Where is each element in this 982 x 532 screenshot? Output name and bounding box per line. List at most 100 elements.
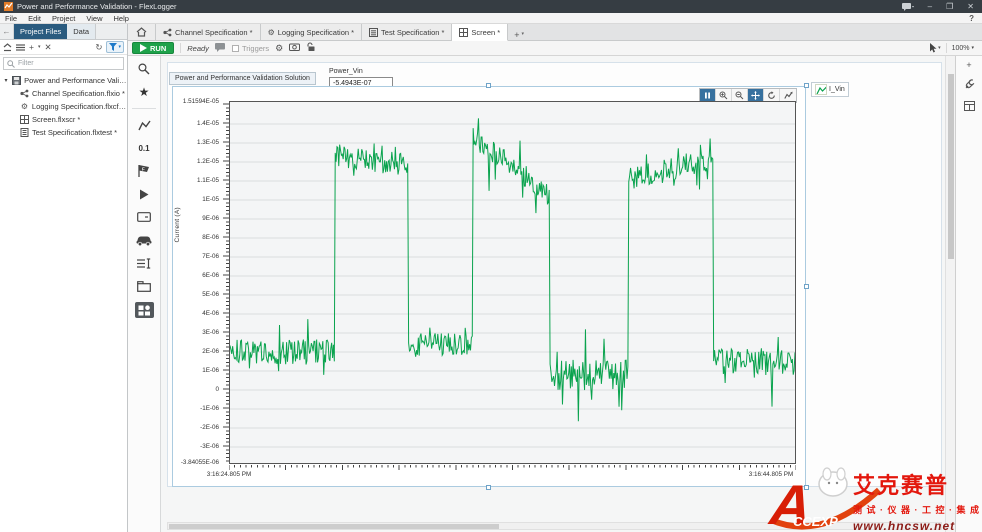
palette-widgets-icon-selected[interactable] <box>135 302 154 318</box>
comment-bubble-icon[interactable] <box>215 43 226 54</box>
right-tool-strip: + <box>955 56 982 532</box>
screen-doc-icon <box>459 28 468 37</box>
tree-item-label: Power and Performance Validatio... <box>24 76 127 85</box>
selection-handle-top-right[interactable] <box>804 83 809 88</box>
tree-item-label: Logging Specification.flxcfg * <box>32 102 127 111</box>
y-tick-label: -2E-06 <box>200 424 219 431</box>
back-arrow-button[interactable]: ← <box>0 24 14 39</box>
graph-legend[interactable]: I_Vin <box>811 82 849 97</box>
palette-play-icon[interactable] <box>134 187 154 201</box>
palette-search-icon[interactable] <box>134 62 154 76</box>
home-icon <box>136 27 147 37</box>
tab-project-files[interactable]: Project Files <box>14 24 67 39</box>
close-button[interactable]: ✕ <box>967 2 974 11</box>
selection-handle-bottom-right[interactable] <box>804 485 809 490</box>
collapse-all-icon[interactable] <box>3 43 12 52</box>
y-tick-label: 5E-06 <box>202 291 219 298</box>
tree-item-project-root[interactable]: ▾ Power and Performance Validatio... <box>0 74 127 87</box>
palette-numeric-icon[interactable]: 0.1 <box>134 141 154 155</box>
plot-area[interactable] <box>229 101 796 464</box>
run-label: RUN <box>150 44 166 53</box>
palette-button-icon[interactable] <box>134 210 154 224</box>
screenshot-icon[interactable] <box>289 43 300 53</box>
tab-home[interactable] <box>128 24 156 40</box>
y-tick-label: 0 <box>215 386 219 393</box>
y-tick-label: -3E-06 <box>200 443 219 450</box>
x-axis-end-label: 3:16:44.805 PM <box>739 471 803 478</box>
remove-item-button[interactable]: ✕ <box>44 42 51 52</box>
zoom-level-dropdown[interactable]: 100% ▾ <box>952 45 974 52</box>
tree-item-channel-spec[interactable]: Channel Specification.flxio * <box>0 87 127 100</box>
tab-channel-specification[interactable]: Channel Specification * <box>156 24 261 40</box>
y-tick-label: 6E-06 <box>202 272 219 279</box>
expand-caret-icon[interactable]: ▾ <box>3 77 9 84</box>
horizontal-scrollbar[interactable] <box>167 522 942 530</box>
tree-item-logging-spec[interactable]: ⚙ Logging Specification.flxcfg * <box>0 100 127 113</box>
tree-item-test-spec[interactable]: Test Specification.flxtest * <box>0 126 127 139</box>
menu-view[interactable]: View <box>86 14 102 23</box>
tree-item-label: Test Specification.flxtest * <box>32 128 117 137</box>
y-tick-label: 2E-06 <box>202 348 219 355</box>
selection-handle-bottom[interactable] <box>486 485 491 490</box>
tree-item-screen[interactable]: Screen.flxscr * <box>0 113 127 126</box>
screen-canvas[interactable]: Power and Performance Validation Solutio… <box>161 56 945 532</box>
tab-logging-specification[interactable]: ⚙ Logging Specification * <box>261 24 362 40</box>
palette-tab-container-icon[interactable] <box>134 279 154 293</box>
filter-input[interactable]: Filter <box>3 57 124 70</box>
title-bar: Power and Performance Validation - FlexL… <box>0 0 982 13</box>
tab-label: Screen * <box>471 28 500 37</box>
vertical-scrollbar-thumb[interactable] <box>948 74 954 259</box>
filter-placeholder: Filter <box>18 60 34 67</box>
filter-funnel-button[interactable]: ▾ <box>106 41 124 53</box>
y-tick-label: 1.4E-05 <box>197 120 219 127</box>
run-button[interactable]: RUN <box>132 42 174 54</box>
tab-label: Channel Specification * <box>175 28 253 37</box>
palette-slider-icon[interactable] <box>134 256 154 270</box>
add-item-button[interactable]: + <box>29 42 34 52</box>
selection-handle-top[interactable] <box>486 83 491 88</box>
zoom-level-value: 100% <box>952 45 970 52</box>
y-axis-labels: 1.51594E-051.4E-051.3E-051.2E-051.1E-051… <box>173 101 221 464</box>
screen-sub-tab[interactable]: Power and Performance Validation Solutio… <box>169 72 316 85</box>
tab-screen[interactable]: Screen * <box>452 24 508 41</box>
settings-gear-icon[interactable]: ⚙ <box>275 43 283 53</box>
tab-label: Logging Specification * <box>278 28 354 37</box>
add-tab-button[interactable]: + ▾ <box>508 30 530 40</box>
add-item-caret-icon[interactable]: ▾ <box>38 42 41 52</box>
palette-graph-icon[interactable] <box>134 118 154 132</box>
feedback-bubble-icon[interactable] <box>902 3 914 11</box>
triggers-label: Triggers <box>242 44 269 53</box>
add-panel-icon[interactable]: + <box>966 60 971 70</box>
widget-palette: ★ 0.1 F <box>128 56 161 532</box>
list-view-icon[interactable] <box>16 43 25 52</box>
palette-flag-indicator-icon[interactable]: F <box>134 164 154 178</box>
tab-test-specification[interactable]: Test Specification * <box>362 24 452 40</box>
test-spec-icon <box>20 128 29 137</box>
gear-icon: ⚙ <box>20 102 29 111</box>
minimize-button[interactable]: – <box>928 2 932 11</box>
restore-button[interactable]: ❐ <box>946 2 953 11</box>
tree-item-label: Screen.flxscr * <box>32 115 80 124</box>
pointer-tool-icon[interactable]: ▾ <box>929 43 941 53</box>
palette-favorites-icon[interactable]: ★ <box>134 85 154 99</box>
x-axis-start-label: 3:16:24.805 PM <box>197 471 261 478</box>
vertical-scrollbar[interactable] <box>945 56 955 532</box>
wrench-icon[interactable] <box>964 79 975 92</box>
graph-widget[interactable]: Current (A) 1.51594E-051.4E-051.3E-051.2… <box>172 86 806 487</box>
menu-edit[interactable]: Edit <box>28 14 41 23</box>
menu-help[interactable]: Help <box>114 14 129 23</box>
y-tick-label: -1E-06 <box>200 405 219 412</box>
panels-grid-icon[interactable] <box>964 101 975 113</box>
y-tick-label: -3.84055E-06 <box>181 459 219 466</box>
horizontal-scrollbar-thumb[interactable] <box>169 524 499 529</box>
help-icon[interactable]: ? <box>969 14 974 23</box>
unlock-icon[interactable] <box>306 42 315 54</box>
y-tick-label: 1E-05 <box>202 196 219 203</box>
refresh-icon[interactable]: ↻ <box>95 42 102 52</box>
selection-handle-right[interactable] <box>804 284 809 289</box>
tab-data[interactable]: Data <box>67 24 96 39</box>
palette-vehicle-icon[interactable] <box>134 233 154 247</box>
menu-project[interactable]: Project <box>52 14 75 23</box>
triggers-checkbox[interactable] <box>232 45 239 52</box>
menu-file[interactable]: File <box>5 14 17 23</box>
